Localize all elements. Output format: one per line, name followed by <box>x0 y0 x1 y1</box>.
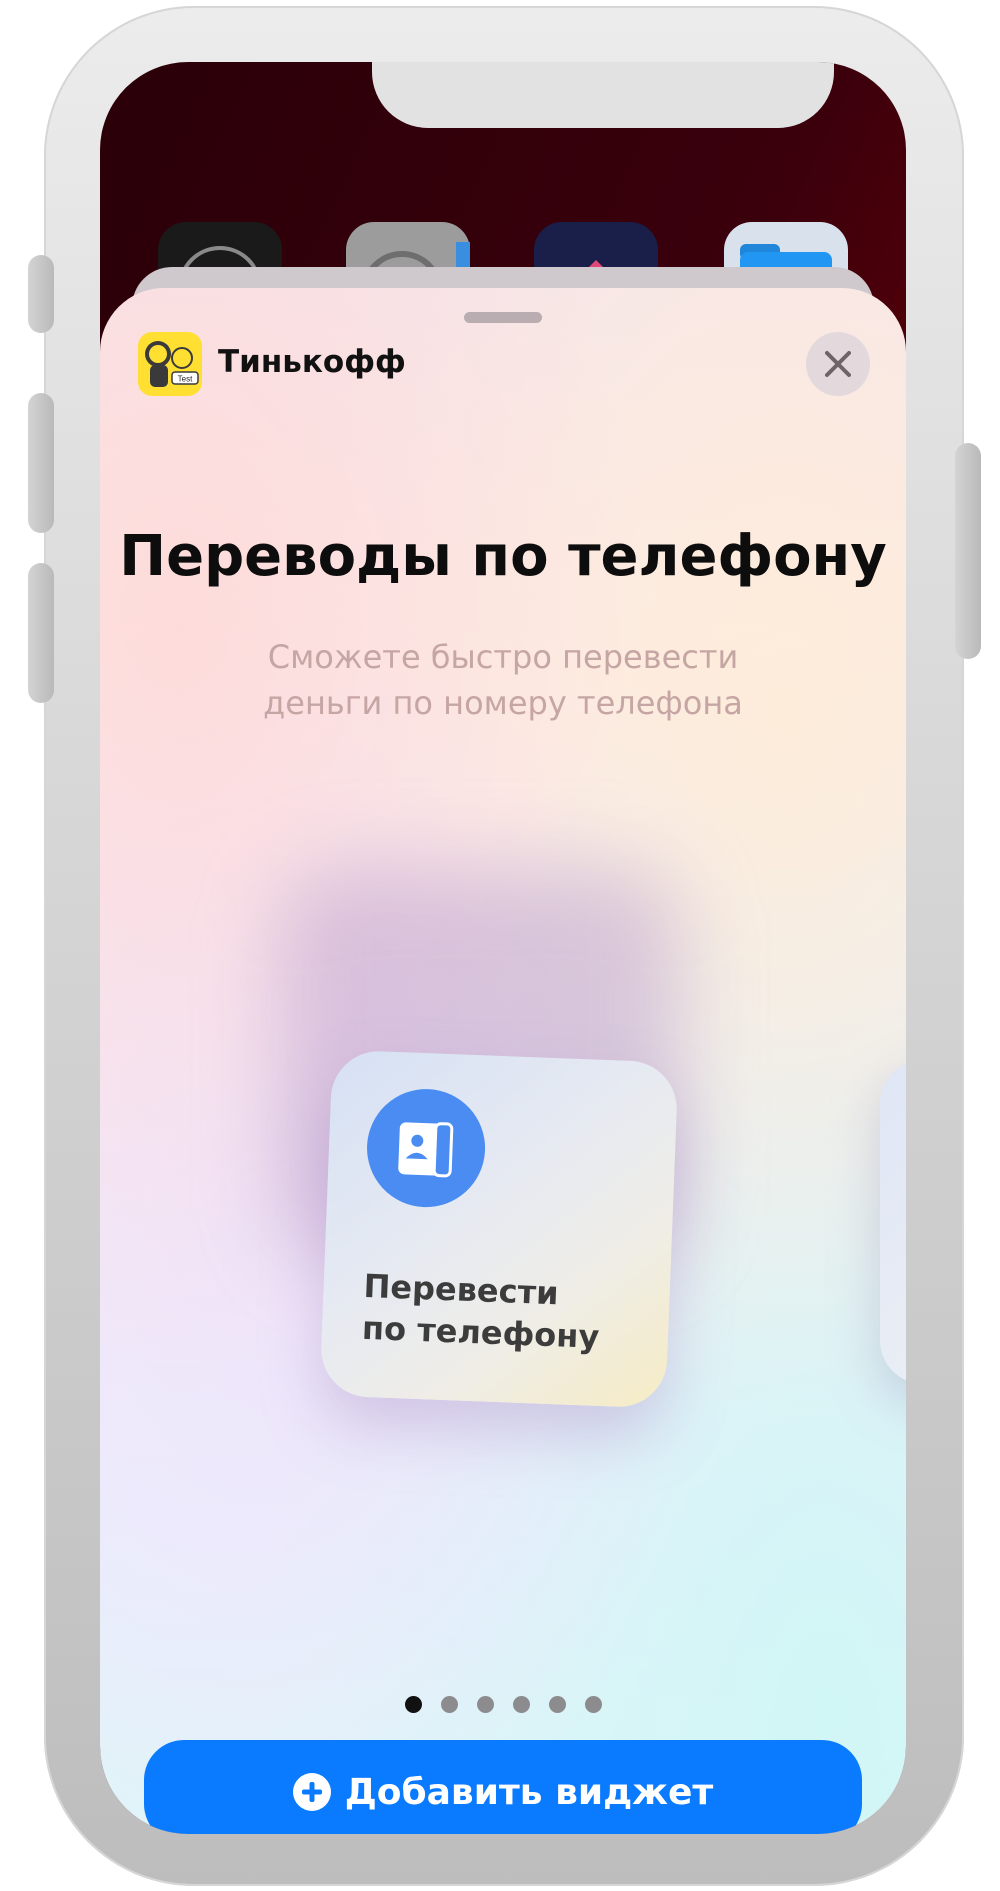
plus-circle-icon <box>292 1773 331 1811</box>
page-dot[interactable] <box>440 1696 458 1713</box>
close-button[interactable] <box>806 332 870 396</box>
page-dot[interactable] <box>404 1696 422 1713</box>
page-dot[interactable] <box>548 1696 566 1713</box>
widget-label-line: по телефону <box>361 1308 600 1356</box>
sheet-grabber-handle[interactable] <box>464 312 542 323</box>
volume-up-button <box>28 393 54 533</box>
page-dot[interactable] <box>512 1696 530 1713</box>
widget-title: Переводы по телефону <box>119 524 887 589</box>
widget-gallery-sheet: Test Тинькофф Переводы по телефону Сможе… <box>100 288 906 1834</box>
astronaut-logo-icon: Test <box>138 332 202 396</box>
logo-badge-text: Test <box>178 375 193 384</box>
widget-description: Сможете быстро перевести деньги по номер… <box>160 634 846 726</box>
widget-description-line: Сможете быстро перевести <box>267 638 739 676</box>
phone-screen: Test Тинькофф Переводы по телефону Сможе… <box>100 62 906 1834</box>
page-dot[interactable] <box>476 1696 494 1713</box>
widget-label: Перевести по телефону <box>361 1265 601 1358</box>
next-widget-preview[interactable] <box>880 1060 906 1384</box>
widget-icon-badge <box>364 1086 488 1210</box>
contacts-icon <box>398 1122 454 1178</box>
widget-description-line: деньги по номеру телефона <box>263 684 743 722</box>
close-icon <box>825 351 851 377</box>
add-widget-button[interactable]: Добавить виджет <box>144 1740 862 1834</box>
add-widget-label: Добавить виджет <box>344 1771 714 1813</box>
ring-silent-switch <box>28 255 54 333</box>
page-dot[interactable] <box>584 1696 602 1713</box>
widget-preview[interactable]: Перевести по телефону <box>319 1049 679 1409</box>
page-indicator[interactable] <box>100 1696 906 1713</box>
notch <box>372 62 834 128</box>
power-button <box>955 443 981 659</box>
volume-down-button <box>28 563 54 703</box>
app-name: Тинькофф <box>218 344 406 380</box>
